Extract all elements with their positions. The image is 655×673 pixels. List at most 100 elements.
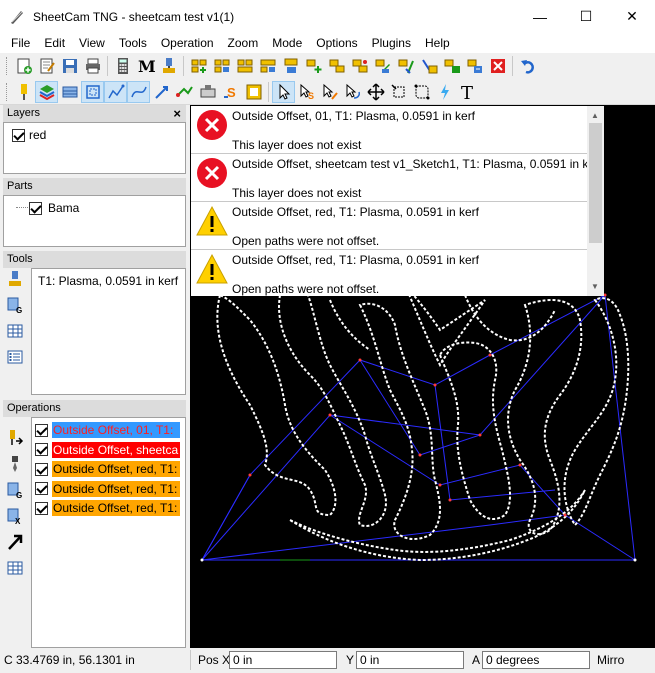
message-item[interactable]: Outside Offset, sheetcam test v1_Sketch1… [191, 154, 602, 202]
message-item[interactable]: Outside Offset, red, T1: Plasma, 0.0591 … [191, 250, 587, 296]
operation-row[interactable]: Outside Offset, sheetca [35, 441, 183, 459]
tool-library-button[interactable] [157, 55, 180, 77]
tool-item[interactable]: T1: Plasma, 0.0591 in kerf [38, 274, 178, 288]
operation-run-button[interactable] [3, 427, 27, 449]
close-window-button[interactable]: ✕ [609, 0, 655, 33]
operation-enabled-checkbox[interactable] [35, 443, 48, 456]
undo-button[interactable] [516, 55, 539, 77]
operation-row[interactable]: Outside Offset, red, T1: [35, 499, 183, 517]
parts-panel-title: Parts [7, 180, 33, 192]
operation-enabled-checkbox[interactable] [35, 482, 48, 495]
message-title: Outside Offset, red, T1: Plasma, 0.0591 … [232, 205, 480, 219]
run-simulation-button[interactable]: S [219, 81, 242, 103]
new-operation-button-2[interactable] [210, 55, 233, 77]
menu-zoom[interactable]: Zoom [221, 36, 266, 50]
new-operation-button-10[interactable] [394, 55, 417, 77]
menu-file[interactable]: File [4, 36, 37, 50]
scale-button[interactable] [387, 81, 410, 103]
delete-operation-button[interactable] [486, 55, 509, 77]
move-button[interactable] [364, 81, 387, 103]
set-lead-button[interactable] [318, 81, 341, 103]
layer-visible-checkbox[interactable] [12, 128, 25, 142]
scrollbar-thumb[interactable] [589, 123, 602, 243]
new-operation-button-3[interactable] [233, 55, 256, 77]
show-stock-button[interactable] [58, 81, 81, 103]
tool-table-button[interactable] [3, 320, 27, 342]
operation-icon [237, 59, 252, 73]
tool-list-button[interactable] [3, 346, 27, 368]
operation-enabled-checkbox[interactable] [35, 462, 48, 476]
rotate-button[interactable] [410, 81, 433, 103]
pos-y-input[interactable]: 0 in [356, 651, 464, 669]
menu-operation[interactable]: Operation [154, 36, 221, 50]
toolbar-grip[interactable] [6, 82, 9, 101]
show-tool-button[interactable] [12, 81, 35, 103]
scroll-down-arrow-icon[interactable]: ▼ [591, 282, 599, 291]
new-operation-button-11[interactable] [417, 55, 440, 77]
menu-tools[interactable]: Tools [112, 36, 154, 50]
angle-input[interactable]: 0 degrees [482, 651, 590, 669]
edit-job-button[interactable] [35, 55, 58, 77]
new-operation-button-1[interactable] [187, 55, 210, 77]
new-tool-button[interactable] [3, 268, 27, 290]
new-operation-button-13[interactable] [463, 55, 486, 77]
new-operation-button-6[interactable] [302, 55, 325, 77]
message-title: Outside Offset, 01, T1: Plasma, 0.0591 i… [232, 109, 476, 123]
operation-export-button[interactable]: X [3, 505, 27, 527]
new-job-button[interactable] [12, 55, 35, 77]
close-panel-button[interactable]: × [173, 105, 181, 122]
operation-enabled-checkbox[interactable] [35, 423, 48, 437]
message-item[interactable]: Outside Offset, 01, T1: Plasma, 0.0591 i… [191, 106, 587, 154]
drawing-canvas[interactable]: Outside Offset, 01, T1: Plasma, 0.0591 i… [190, 105, 655, 648]
menu-help[interactable]: Help [418, 36, 457, 50]
show-start-points-button[interactable] [173, 81, 196, 103]
print-button[interactable] [81, 55, 104, 77]
new-operation-button-7[interactable] [325, 55, 348, 77]
material-button[interactable]: M [134, 55, 157, 77]
scroll-up-arrow-icon[interactable]: ▲ [591, 111, 599, 120]
pos-x-input[interactable]: 0 in [229, 651, 337, 669]
set-direction-button[interactable] [341, 81, 364, 103]
new-operation-button-9[interactable] [371, 55, 394, 77]
save-button[interactable] [58, 55, 81, 77]
operation-row[interactable]: Outside Offset, red, T1: [35, 480, 183, 498]
operation-gcode-button[interactable]: G [3, 479, 27, 501]
part-enabled-checkbox[interactable] [29, 201, 42, 215]
show-layers-button[interactable] [35, 80, 58, 103]
part-item-bama[interactable]: Bama [29, 201, 79, 215]
new-operation-button-8[interactable] [348, 55, 371, 77]
show-paths-button[interactable] [81, 80, 104, 103]
tool-gcode-button[interactable]: G [3, 294, 27, 316]
text-tool-button[interactable]: T [456, 81, 479, 103]
select-mode-button[interactable] [272, 80, 295, 103]
new-operation-button-5[interactable] [279, 55, 302, 77]
machine-button[interactable] [196, 81, 219, 103]
set-start-point-button[interactable]: S [295, 81, 318, 103]
post-process-button[interactable] [242, 81, 265, 103]
operation-path-button[interactable] [3, 531, 27, 553]
menu-view[interactable]: View [72, 36, 112, 50]
operation-row[interactable]: Outside Offset, red, T1: [35, 460, 183, 478]
show-leads-button[interactable] [150, 81, 173, 103]
operation-row[interactable]: Outside Offset, 01, T1: [35, 421, 183, 439]
operation-drill-button[interactable] [3, 453, 27, 475]
minimize-button[interactable]: — [517, 0, 563, 33]
new-operation-button-12[interactable] [440, 55, 463, 77]
show-rapids-button[interactable] [104, 80, 127, 103]
menu-options[interactable]: Options [309, 36, 364, 50]
menu-mode[interactable]: Mode [265, 36, 309, 50]
toolbar-grip[interactable] [6, 57, 9, 75]
messages-scrollbar[interactable]: ▲ ▼ [587, 106, 604, 296]
layer-item-red[interactable]: red [12, 128, 46, 142]
operation-table-button[interactable] [3, 557, 27, 579]
calculator-button[interactable] [111, 55, 134, 77]
operation-icon [284, 58, 297, 73]
menu-plugins[interactable]: Plugins [365, 36, 418, 50]
operation-enabled-checkbox[interactable] [35, 501, 48, 515]
show-toolpath-button[interactable] [127, 80, 150, 103]
cut-path-button[interactable] [433, 81, 456, 103]
new-operation-button-4[interactable] [256, 55, 279, 77]
message-item[interactable]: Outside Offset, red, T1: Plasma, 0.0591 … [191, 202, 587, 250]
maximize-button[interactable]: ☐ [563, 0, 609, 33]
menu-edit[interactable]: Edit [37, 36, 72, 50]
